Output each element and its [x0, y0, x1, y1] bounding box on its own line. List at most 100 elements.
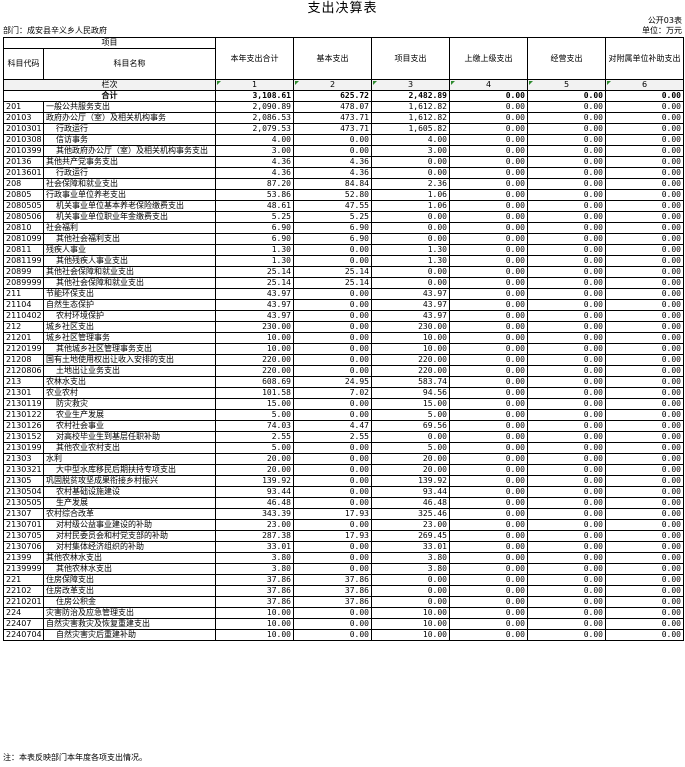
subject-code: 2010399 [3, 145, 44, 157]
cell-project: 4.00 [371, 134, 450, 146]
cell-total: 2,090.89 [215, 101, 294, 113]
cell-operating: 0.00 [527, 475, 606, 487]
subject-code: 21201 [3, 332, 44, 344]
cell-subsidy: 0.00 [605, 530, 684, 542]
cell-total: 43.97 [215, 299, 294, 311]
table-row: 2130504 农村基础设施建设 93.44 0.00 93.44 0.00 0.00 0.0… [3, 486, 684, 498]
cell-subsidy: 0.00 [605, 453, 684, 465]
cell-upper: 0.00 [449, 563, 528, 575]
table-row: 20805 行政事业单位养老支出 53.86 52.80 1.06 0.00 0.00 0.0… [3, 189, 684, 201]
cell-operating: 0.00 [527, 178, 606, 190]
header-name: 科目名称 [43, 48, 216, 80]
total-sum: 3,108.61 [215, 90, 294, 102]
total-row: 合计 3,108.61 625.72 2,482.89 0.00 0.00 0.… [3, 90, 684, 102]
cell-subsidy: 0.00 [605, 222, 684, 234]
subject-code: 20810 [3, 222, 44, 234]
subject-code: 22407 [3, 618, 44, 630]
cell-basic: 0.00 [293, 629, 372, 641]
cell-operating: 0.00 [527, 486, 606, 498]
cell-total: 10.00 [215, 629, 294, 641]
subject-name: 其他残疾人事业支出 [43, 255, 216, 267]
cell-operating: 0.00 [527, 607, 606, 619]
cell-subsidy: 0.00 [605, 629, 684, 641]
cell-total: 46.48 [215, 497, 294, 509]
cell-basic: 0.00 [293, 343, 372, 355]
cell-basic: 0.00 [293, 310, 372, 322]
cell-upper: 0.00 [449, 475, 528, 487]
table-row: 20136 其他共产党事务支出 4.36 4.36 0.00 0.00 0.00 0.00 [3, 156, 684, 168]
cell-subsidy: 0.00 [605, 387, 684, 399]
cell-operating: 0.00 [527, 123, 606, 135]
subject-code: 2081099 [3, 233, 44, 245]
cell-project: 1.06 [371, 200, 450, 212]
cell-upper: 0.00 [449, 596, 528, 608]
cell-subsidy: 0.00 [605, 244, 684, 256]
cell-operating: 0.00 [527, 134, 606, 146]
subject-code: 20103 [3, 112, 44, 124]
cell-project: 0.00 [371, 431, 450, 443]
subject-code: 21399 [3, 552, 44, 564]
cell-subsidy: 0.00 [605, 156, 684, 168]
cell-total: 93.44 [215, 486, 294, 498]
cell-total: 25.14 [215, 266, 294, 278]
subject-code: 21208 [3, 354, 44, 366]
subject-name: 其他政府办公厅（室）及相关机构事务支出 [43, 145, 216, 157]
header-code: 科目代码 [3, 48, 44, 80]
cell-upper: 0.00 [449, 618, 528, 630]
cell-project: 220.00 [371, 365, 450, 377]
cell-subsidy: 0.00 [605, 101, 684, 113]
cell-subsidy: 0.00 [605, 365, 684, 377]
cell-project: 15.00 [371, 398, 450, 410]
cell-upper: 0.00 [449, 387, 528, 399]
cell-upper: 0.00 [449, 453, 528, 465]
total-project: 2,482.89 [371, 90, 450, 102]
subject-name: 农村社会事业 [43, 420, 216, 432]
table-row: 221 住房保障支出 37.86 37.86 0.00 0.00 0.00 0.00 [3, 574, 684, 586]
cell-operating: 0.00 [527, 244, 606, 256]
cell-subsidy: 0.00 [605, 475, 684, 487]
cell-basic: 25.14 [293, 277, 372, 289]
header-project: 项目 [3, 37, 216, 49]
cell-project: 20.00 [371, 453, 450, 465]
subject-code: 208 [3, 178, 44, 190]
cell-total: 2,079.53 [215, 123, 294, 135]
subject-name: 大中型水库移民后期扶持专项支出 [43, 464, 216, 476]
subject-code: 2130126 [3, 420, 44, 432]
cell-subsidy: 0.00 [605, 211, 684, 223]
table-row: 2120806 土地出让业务支出 220.00 0.00 220.00 0.00 0.00 0… [3, 365, 684, 377]
cell-upper: 0.00 [449, 178, 528, 190]
sequence-cell: 4 [449, 79, 528, 91]
cell-upper: 0.00 [449, 255, 528, 267]
cell-project: 93.44 [371, 486, 450, 498]
cell-operating: 0.00 [527, 255, 606, 267]
cell-total: 37.86 [215, 596, 294, 608]
cell-upper: 0.00 [449, 134, 528, 146]
subject-code: 2080505 [3, 200, 44, 212]
subject-code: 211 [3, 288, 44, 300]
cell-total: 3.00 [215, 145, 294, 157]
cell-subsidy: 0.00 [605, 618, 684, 630]
subject-code: 21305 [3, 475, 44, 487]
report-title: 支出决算表 [307, 1, 378, 16]
total-basic: 625.72 [293, 90, 372, 102]
cell-upper: 0.00 [449, 354, 528, 366]
cell-total: 5.25 [215, 211, 294, 223]
cell-basic: 0.00 [293, 365, 372, 377]
cell-subsidy: 0.00 [605, 409, 684, 421]
subject-code: 2130504 [3, 486, 44, 498]
table-row: 2130701 对村级公益事业建设的补助 23.00 0.00 23.00 0.00 0.0… [3, 519, 684, 531]
cell-total: 23.00 [215, 519, 294, 531]
subject-name: 其他城乡社区管理事务支出 [43, 343, 216, 355]
subject-code: 20811 [3, 244, 44, 256]
cell-total: 6.90 [215, 233, 294, 245]
cell-project: 46.48 [371, 497, 450, 509]
subject-code: 221 [3, 574, 44, 586]
subject-name: 农村基础设施建设 [43, 486, 216, 498]
table-row: 213 农林水支出 608.69 24.95 583.74 0.00 0.00 0.00 [3, 376, 684, 388]
subject-name: 水利 [43, 453, 216, 465]
cell-operating: 0.00 [527, 596, 606, 608]
header-total: 本年支出合计 [215, 37, 294, 80]
cell-basic: 473.71 [293, 112, 372, 124]
table-row: 20810 社会福利 6.90 6.90 0.00 0.00 0.00 0.00 [3, 222, 684, 234]
cell-total: 10.00 [215, 618, 294, 630]
